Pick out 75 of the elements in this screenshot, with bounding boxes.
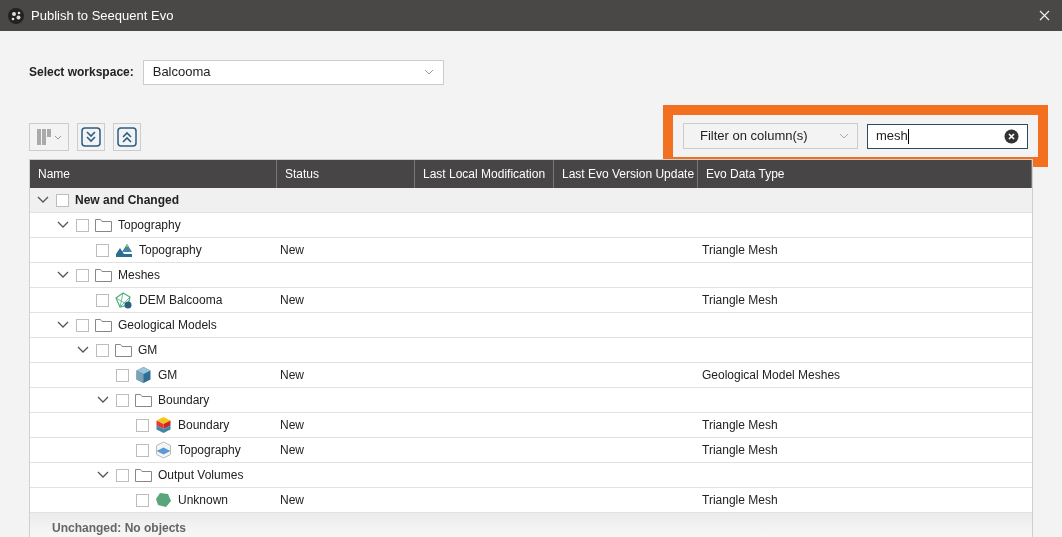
- checkbox[interactable]: [136, 418, 149, 432]
- search-field[interactable]: mesh: [866, 123, 1028, 149]
- group-label: New and Changed: [75, 192, 179, 209]
- folder-icon: [95, 218, 112, 232]
- folder-icon: [135, 468, 152, 482]
- folder-label: Topography: [118, 217, 181, 234]
- data-type-text: Triangle Mesh: [702, 417, 778, 434]
- checkbox[interactable]: [76, 318, 89, 332]
- chevron-icon[interactable]: [37, 196, 49, 204]
- item-name: DEM Balcooma: [139, 292, 223, 309]
- close-icon: [1038, 10, 1050, 21]
- status-text: New: [280, 442, 304, 459]
- column-filter-dropdown[interactable]: Filter on column(s): [683, 123, 858, 149]
- checkbox[interactable]: [56, 193, 69, 207]
- checkbox[interactable]: [116, 368, 129, 382]
- surface-cube-icon: [155, 441, 172, 459]
- folder-icon: [115, 343, 132, 357]
- data-type-text: Triangle Mesh: [702, 292, 778, 309]
- workspace-label: Select workspace:: [29, 64, 134, 81]
- columns-button[interactable]: [29, 123, 69, 151]
- double-chevron-up-icon: [117, 127, 137, 147]
- data-type-text: Triangle Mesh: [702, 242, 778, 259]
- mesh-icon: [115, 291, 133, 309]
- unchanged-label: Unchanged: No objects: [52, 521, 186, 535]
- status-text: New: [280, 417, 304, 434]
- folder-label: GM: [138, 342, 158, 359]
- folder-icon: [95, 318, 112, 332]
- polyhedron-icon: [155, 492, 172, 508]
- folder-icon: [95, 268, 112, 282]
- folder-label: Geological Models: [118, 317, 217, 334]
- checkbox[interactable]: [96, 243, 109, 257]
- checkbox[interactable]: [76, 268, 89, 282]
- data-type-text: Triangle Mesh: [702, 442, 778, 459]
- checkbox[interactable]: [116, 468, 129, 482]
- app-logo-icon: [8, 7, 24, 24]
- caret-icon: [423, 69, 434, 75]
- window-title: Publish to Seequent Evo: [31, 6, 174, 25]
- chevron-icon[interactable]: [57, 271, 69, 279]
- status-text: New: [280, 492, 304, 509]
- chevron-icon[interactable]: [77, 346, 89, 354]
- data-type-text: Geological Model Meshes: [702, 367, 841, 384]
- status-text: New: [280, 367, 304, 384]
- terrain-icon: [115, 242, 133, 258]
- chevron-icon[interactable]: [57, 221, 69, 229]
- checkbox[interactable]: [136, 493, 149, 507]
- folder-label: Boundary: [158, 392, 210, 409]
- double-chevron-down-icon: [81, 127, 101, 147]
- chevron-icon[interactable]: [97, 396, 109, 404]
- cube-icon: [135, 366, 152, 384]
- caret-icon: [838, 133, 849, 139]
- item-name: Unknown: [178, 492, 229, 509]
- checkbox[interactable]: [136, 443, 149, 457]
- checkbox[interactable]: [96, 343, 109, 357]
- item-name: Topography: [178, 442, 241, 459]
- status-text: New: [280, 292, 304, 309]
- checkbox[interactable]: [96, 293, 109, 307]
- folder-label: Output Volumes: [158, 467, 244, 484]
- item-name: GM: [158, 367, 178, 384]
- expand-all-button[interactable]: [77, 123, 105, 151]
- columns-icon: [36, 129, 51, 145]
- item-name: Boundary: [178, 417, 230, 434]
- checkbox[interactable]: [116, 393, 129, 407]
- folder-label: Meshes: [118, 267, 161, 284]
- item-name: Topography: [139, 242, 202, 259]
- data-type-text: Triangle Mesh: [702, 492, 778, 509]
- chevron-icon[interactable]: [57, 321, 69, 329]
- status-text: New: [280, 242, 304, 259]
- workspace-dropdown[interactable]: Balcooma: [142, 59, 444, 85]
- collapse-all-button[interactable]: [113, 123, 141, 151]
- chevron-icon[interactable]: [97, 471, 109, 479]
- folder-icon: [135, 393, 152, 407]
- checkbox[interactable]: [76, 218, 89, 232]
- clear-icon[interactable]: [1004, 128, 1019, 144]
- layered-cube-icon: [155, 416, 172, 434]
- caret-icon: [53, 134, 62, 140]
